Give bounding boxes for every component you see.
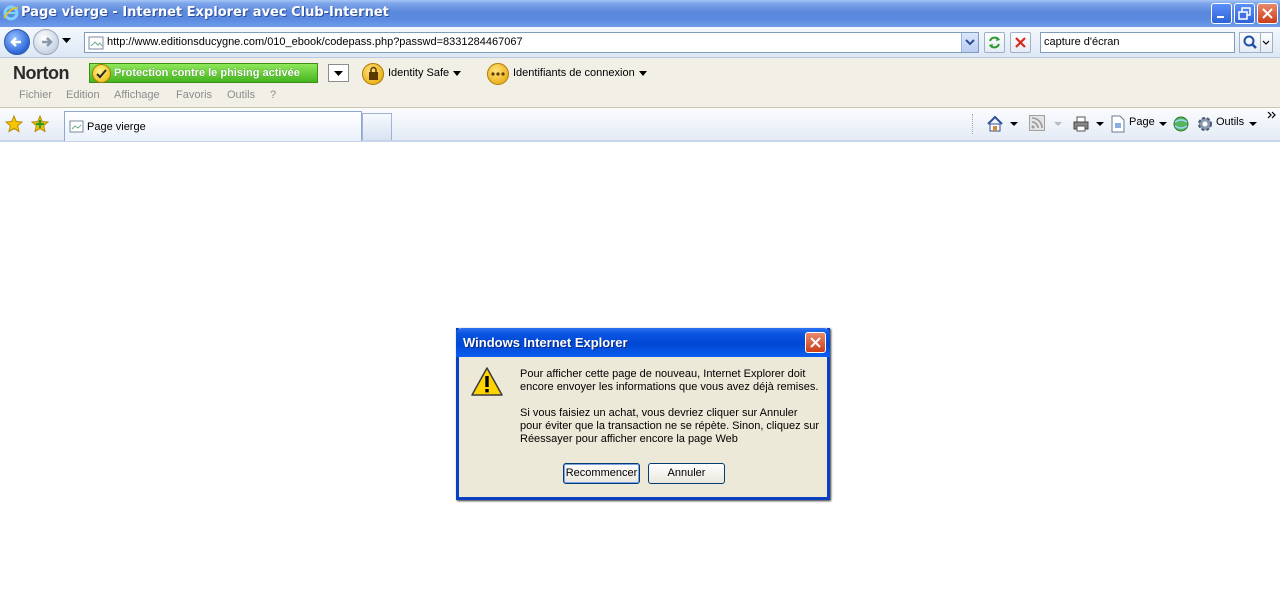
forward-button[interactable] bbox=[33, 29, 59, 55]
tab-label: Page vierge bbox=[87, 121, 146, 133]
back-button[interactable] bbox=[4, 29, 30, 55]
page-icon bbox=[69, 120, 84, 133]
page-menu-icon[interactable] bbox=[1110, 115, 1126, 133]
menu-view[interactable]: Affichage bbox=[114, 89, 160, 101]
cancel-button[interactable]: Annuler bbox=[648, 463, 725, 484]
refresh-button[interactable] bbox=[984, 32, 1005, 53]
page-menu-label[interactable]: Page bbox=[1129, 116, 1155, 128]
warning-icon bbox=[471, 367, 503, 396]
research-icon[interactable] bbox=[1172, 115, 1190, 133]
back-arrow-icon bbox=[10, 37, 21, 47]
restore-icon bbox=[1238, 7, 1251, 20]
address-toolbar: http://www.editionsducygne.com/010_ebook… bbox=[0, 27, 1280, 58]
address-dropdown-button[interactable] bbox=[961, 33, 978, 52]
restore-button[interactable] bbox=[1234, 3, 1255, 24]
menu-file[interactable]: Fichier bbox=[19, 89, 52, 101]
dialog-title-bar[interactable]: Windows Internet Explorer bbox=[456, 328, 830, 357]
tab-bar: Page vierge Page Outils bbox=[0, 108, 1280, 142]
close-icon bbox=[810, 337, 821, 348]
favorites-star-icon[interactable] bbox=[5, 115, 23, 133]
dialog-message-paragraph-1: Pour afficher cette page de nouveau, Int… bbox=[520, 368, 819, 393]
url-text: http://www.editionsducygne.com/010_ebook… bbox=[107, 36, 523, 48]
search-input[interactable]: capture d'écran bbox=[1040, 32, 1235, 53]
retry-button[interactable]: Recommencer bbox=[563, 463, 640, 484]
chevron-down-icon bbox=[965, 39, 975, 46]
chevron-down-icon[interactable] bbox=[1159, 122, 1167, 127]
password-dots-icon bbox=[487, 63, 509, 85]
search-icon bbox=[1243, 35, 1257, 49]
dialog-title: Windows Internet Explorer bbox=[463, 335, 628, 350]
norton-logo: Norton bbox=[13, 63, 69, 83]
new-tab-button[interactable] bbox=[362, 113, 392, 140]
dialog-message-paragraph-2: Si vous faisiez un achat, vous devriez c… bbox=[520, 407, 820, 445]
checkmark-icon bbox=[92, 64, 111, 83]
chevron-down-icon[interactable] bbox=[1249, 122, 1257, 127]
menu-tools[interactable]: Outils bbox=[227, 89, 255, 101]
chevron-down-icon bbox=[1262, 40, 1270, 45]
phishing-protection-label: Protection contre le phising activée bbox=[114, 67, 300, 79]
address-input[interactable]: http://www.editionsducygne.com/010_ebook… bbox=[84, 32, 979, 53]
minimize-button[interactable] bbox=[1211, 3, 1232, 24]
caret-down-icon bbox=[638, 70, 647, 76]
stop-icon bbox=[1015, 37, 1026, 48]
caret-down-icon bbox=[453, 70, 462, 76]
home-icon[interactable] bbox=[986, 115, 1004, 133]
chevron-down-icon[interactable] bbox=[1010, 122, 1018, 127]
norton-options-dropdown[interactable] bbox=[328, 64, 349, 82]
dialog-close-button[interactable] bbox=[805, 332, 826, 353]
chevron-double-right-icon[interactable] bbox=[1267, 110, 1277, 120]
page-icon bbox=[88, 36, 104, 50]
add-favorites-icon[interactable] bbox=[31, 115, 49, 133]
tools-menu-label[interactable]: Outils bbox=[1216, 116, 1244, 128]
identity-safe-label: Identity Safe bbox=[388, 67, 450, 79]
forward-arrow-icon bbox=[42, 37, 53, 47]
chevron-down-icon[interactable] bbox=[1096, 122, 1104, 127]
search-options-dropdown[interactable] bbox=[1261, 32, 1273, 53]
close-icon bbox=[1262, 8, 1273, 19]
login-ids-label: Identifiants de connexion bbox=[513, 67, 635, 79]
print-icon[interactable] bbox=[1072, 115, 1090, 133]
resend-warning-dialog: Windows Internet Explorer Pour afficher … bbox=[456, 328, 830, 500]
gear-icon[interactable] bbox=[1196, 115, 1214, 133]
dialog-message: Pour afficher cette page de nouveau, Int… bbox=[520, 368, 825, 459]
internet-explorer-icon bbox=[3, 5, 19, 21]
rss-feed-icon[interactable] bbox=[1029, 115, 1045, 131]
stop-button[interactable] bbox=[1010, 32, 1031, 53]
window-title-bar[interactable]: Page vierge - Internet Explorer avec Clu… bbox=[0, 0, 1280, 27]
close-window-button[interactable] bbox=[1257, 3, 1278, 24]
minimize-icon bbox=[1217, 16, 1224, 18]
window-title: Page vierge - Internet Explorer avec Clu… bbox=[21, 5, 389, 20]
chevron-down-icon bbox=[334, 71, 343, 76]
search-button[interactable] bbox=[1239, 32, 1261, 53]
lock-icon bbox=[362, 63, 384, 85]
menu-favorites[interactable]: Favoris bbox=[176, 89, 212, 101]
search-text: capture d'écran bbox=[1044, 36, 1120, 48]
tab-blank-page[interactable]: Page vierge bbox=[64, 111, 362, 141]
menu-help[interactable]: ? bbox=[270, 89, 276, 101]
history-dropdown-icon[interactable] bbox=[62, 38, 71, 44]
refresh-icon bbox=[989, 36, 1000, 49]
menu-edit[interactable]: Edition bbox=[66, 89, 100, 101]
norton-toolbar: Norton Protection contre le phising acti… bbox=[0, 58, 1280, 108]
phishing-protection-button[interactable]: Protection contre le phising activée bbox=[89, 63, 318, 83]
chevron-down-icon[interactable] bbox=[1054, 122, 1062, 127]
